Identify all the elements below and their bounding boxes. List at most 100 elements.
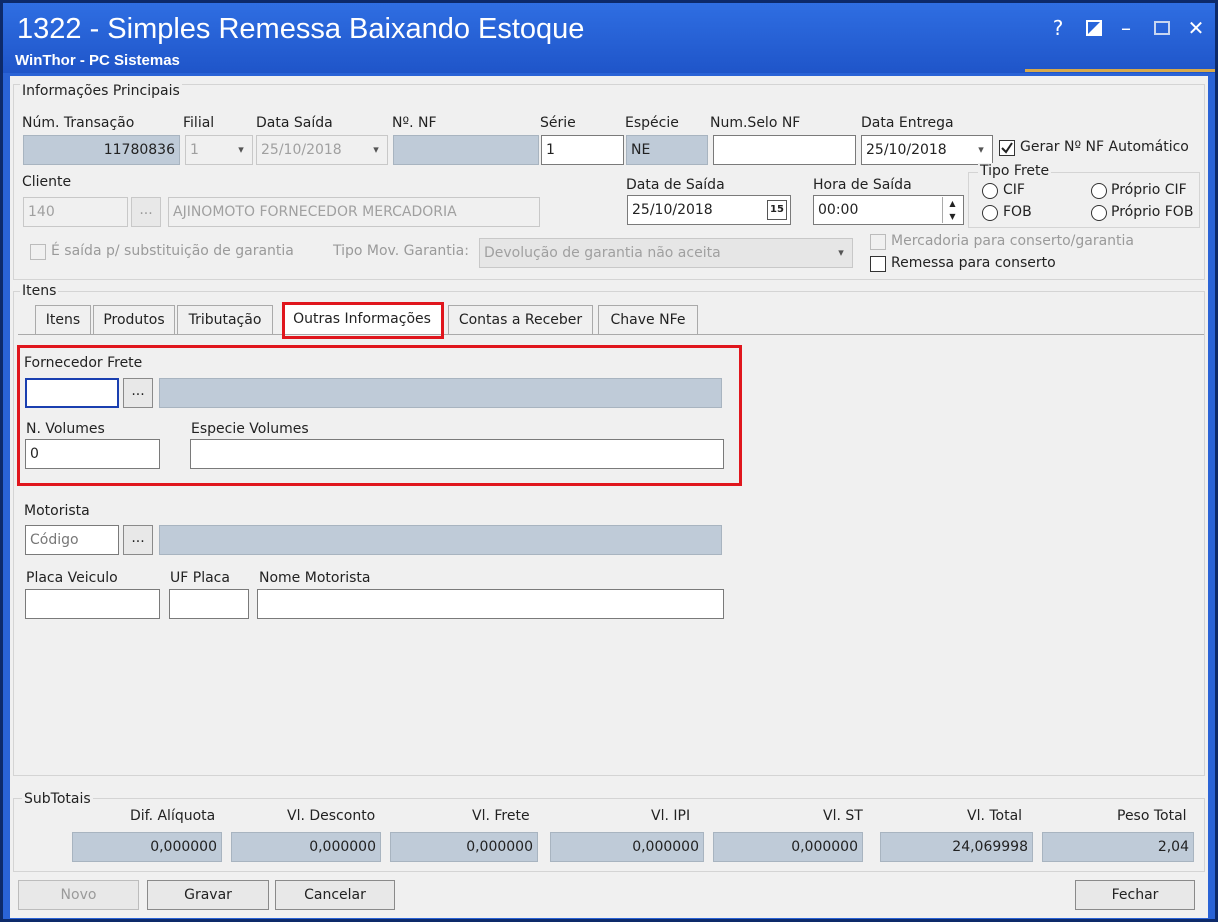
group-itens-label: Itens: [20, 283, 59, 299]
cancelar-button[interactable]: Cancelar: [275, 880, 395, 910]
subtotal-frete-field[interactable]: 0,000000: [390, 832, 538, 862]
group-subtotais-label: SubTotais: [22, 791, 93, 807]
num-selo-label: Num.Selo NF: [710, 115, 801, 131]
window-subtitle: WinThor - PC Sistemas: [15, 52, 180, 69]
calendar-icon[interactable]: 15: [767, 200, 787, 220]
subtotal-desconto-label: Vl. Desconto: [287, 808, 376, 824]
restore-icon[interactable]: [1079, 13, 1109, 43]
frete-cif-radio[interactable]: [982, 183, 998, 199]
frete-fob-label: FOB: [1003, 204, 1032, 220]
remessa-conserto-label: Remessa para conserto: [891, 255, 1056, 271]
help-icon[interactable]: ?: [1043, 13, 1073, 43]
placa-field[interactable]: [25, 589, 160, 619]
frete-proprio-cif-radio[interactable]: [1091, 183, 1107, 199]
serie-label: Série: [540, 115, 576, 131]
tipo-mov-select[interactable]: Devolução de garantia não aceita ▾: [479, 238, 853, 268]
filial-select[interactable]: 1 ▾: [185, 135, 253, 165]
especie-field[interactable]: NE: [626, 135, 708, 165]
uf-placa-label: UF Placa: [170, 570, 230, 586]
nome-motorista-field[interactable]: [257, 589, 724, 619]
motorista-code-field[interactable]: Código: [25, 525, 119, 555]
fornecedor-label: Fornecedor Frete: [24, 355, 143, 371]
novo-button[interactable]: Novo: [18, 880, 139, 910]
uf-placa-field[interactable]: [169, 589, 249, 619]
subtotal-total-field[interactable]: 24,069998: [880, 832, 1033, 862]
frete-proprio-cif-label: Próprio CIF: [1111, 182, 1187, 198]
cliente-search-button[interactable]: ...: [131, 197, 161, 227]
remessa-conserto-checkbox[interactable]: [870, 256, 886, 272]
subtotal-dif-aliquota-label: Dif. Alíquota: [130, 808, 216, 824]
subtotal-desconto-field[interactable]: 0,000000: [231, 832, 381, 862]
group-principais-label: Informações Principais: [20, 83, 182, 99]
tab-produtos[interactable]: Produtos: [93, 305, 175, 335]
time-spinner-icon[interactable]: ▲ ▼: [942, 197, 962, 223]
volumes-label: N. Volumes: [26, 421, 105, 437]
serie-field[interactable]: 1: [541, 135, 624, 165]
motorista-label: Motorista: [24, 503, 90, 519]
num-selo-field[interactable]: [713, 135, 856, 165]
application-window: 1322 - Simples Remessa Baixando Estoque …: [0, 0, 1218, 922]
tipo-mov-value: Devolução de garantia não aceita: [484, 245, 721, 261]
subtotal-ipi-field[interactable]: 0,000000: [550, 832, 704, 862]
especie-volumes-field[interactable]: [190, 439, 724, 469]
highlight-tab-box: [282, 302, 444, 339]
subtotal-st-field[interactable]: 0,000000: [713, 832, 863, 862]
data-saida-label: Data Saída: [256, 115, 333, 131]
subtotal-peso-field[interactable]: 2,04: [1042, 832, 1194, 862]
filial-value: 1: [190, 142, 199, 158]
volumes-field[interactable]: 0: [25, 439, 160, 469]
conserto-garantia-label: Mercadoria para conserto/garantia: [891, 233, 1134, 249]
nf-field[interactable]: [393, 135, 539, 165]
garantia-checkbox[interactable]: [30, 244, 46, 260]
tab-baseline: [18, 334, 1204, 335]
motorista-name-field[interactable]: [159, 525, 722, 555]
cliente-name-field[interactable]: AJINOMOTO FORNECEDOR MERCADORIA: [168, 197, 540, 227]
motorista-search-button[interactable]: ...: [123, 525, 153, 555]
data-entrega-value: 25/10/2018: [866, 142, 947, 158]
tab-itens[interactable]: Itens: [35, 305, 91, 335]
fornecedor-code-field[interactable]: [25, 378, 119, 408]
data-saida-field[interactable]: 25/10/2018 ▾: [256, 135, 388, 165]
data-entrega-field[interactable]: 25/10/2018 ▾: [861, 135, 993, 165]
title-bar[interactable]: 1322 - Simples Remessa Baixando Estoque …: [3, 3, 1215, 73]
chevron-down-icon: ▾: [373, 143, 379, 156]
data-de-saida-field[interactable]: 25/10/2018 15: [627, 195, 791, 225]
form-client-area: Informações Principais Núm. Transação 11…: [10, 76, 1208, 918]
gerar-nf-label: Gerar Nº NF Automático: [1020, 139, 1189, 155]
hora-saida-field[interactable]: 00:00 ▲ ▼: [813, 195, 964, 225]
gerar-nf-checkbox[interactable]: [999, 140, 1015, 156]
frete-proprio-fob-label: Próprio FOB: [1111, 204, 1194, 220]
conserto-garantia-checkbox[interactable]: [870, 234, 886, 250]
frete-cif-label: CIF: [1003, 182, 1025, 198]
data-de-saida-label: Data de Saída: [626, 177, 725, 193]
num-transacao-field[interactable]: 11780836: [23, 135, 180, 165]
tab-chave-nfe[interactable]: Chave NFe: [598, 305, 698, 335]
especie-label: Espécie: [625, 115, 679, 131]
maximize-icon[interactable]: [1147, 13, 1177, 43]
especie-volumes-label: Especie Volumes: [191, 421, 309, 437]
tab-tributacao[interactable]: Tributação: [177, 305, 273, 335]
gravar-button[interactable]: Gravar: [147, 880, 269, 910]
tab-contas-a-receber[interactable]: Contas a Receber: [448, 305, 593, 335]
filial-label: Filial: [183, 115, 215, 131]
fornecedor-search-button[interactable]: ...: [123, 378, 153, 408]
close-icon[interactable]: ✕: [1181, 13, 1211, 43]
frete-proprio-fob-radio[interactable]: [1091, 205, 1107, 221]
chevron-down-icon: ▾: [838, 246, 844, 259]
data-entrega-label: Data Entrega: [861, 115, 954, 131]
tipo-mov-label: Tipo Mov. Garantia:: [333, 243, 469, 259]
frete-fob-radio[interactable]: [982, 205, 998, 221]
fechar-button[interactable]: Fechar: [1075, 880, 1195, 910]
fornecedor-name-field[interactable]: [159, 378, 722, 408]
hora-saida-label: Hora de Saída: [813, 177, 912, 193]
cliente-code-field[interactable]: 140: [23, 197, 128, 227]
subtotal-st-label: Vl. ST: [823, 808, 863, 824]
nf-label: Nº. NF: [392, 115, 437, 131]
minimize-icon[interactable]: –: [1111, 13, 1141, 43]
subtotal-dif-aliquota-field[interactable]: 0,000000: [72, 832, 222, 862]
subtotal-frete-label: Vl. Frete: [472, 808, 530, 824]
subtotal-ipi-label: Vl. IPI: [651, 808, 691, 824]
garantia-label: É saída p/ substituição de garantia: [51, 243, 294, 259]
window-title: 1322 - Simples Remessa Baixando Estoque: [17, 13, 585, 45]
hora-saida-value: 00:00: [818, 202, 859, 218]
